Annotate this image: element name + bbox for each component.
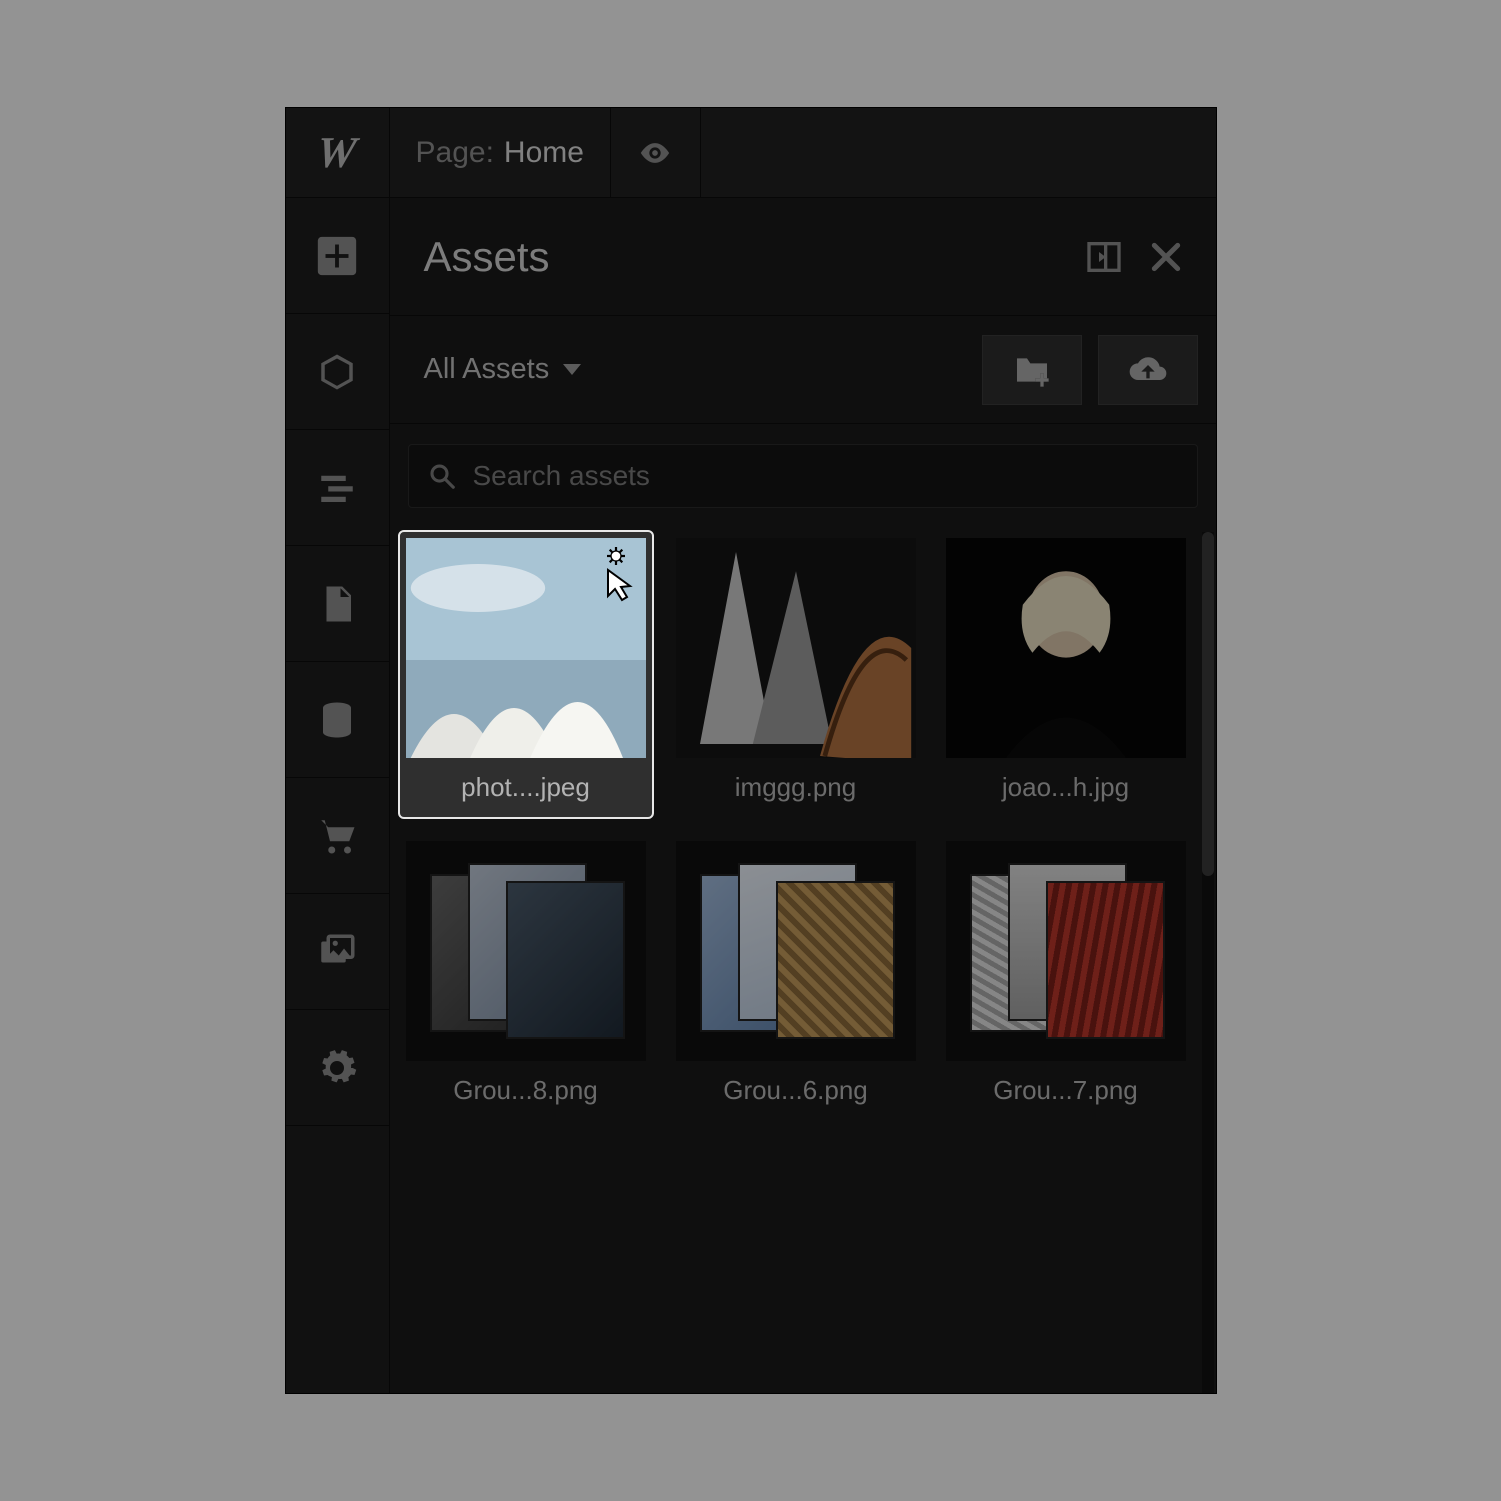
navigator-icon xyxy=(316,467,358,509)
new-folder-button[interactable] xyxy=(982,335,1082,405)
plus-box-icon xyxy=(314,233,360,279)
asset-thumbnail xyxy=(406,538,646,758)
asset-item[interactable]: imggg.png xyxy=(670,532,922,817)
asset-thumbnail xyxy=(946,538,1186,758)
assets-filter-label: All Assets xyxy=(424,353,550,386)
page-icon xyxy=(316,583,358,625)
scrollbar-thumb[interactable] xyxy=(1202,532,1214,876)
left-rail xyxy=(286,198,390,1393)
asset-thumbnail xyxy=(676,538,916,758)
scrollbar[interactable] xyxy=(1202,532,1214,1393)
upload-button[interactable] xyxy=(1098,335,1198,405)
asset-item[interactable]: joao...h.jpg xyxy=(940,532,1192,817)
eye-icon xyxy=(638,136,672,170)
panel-header: Assets xyxy=(390,198,1216,316)
rail-add-elements[interactable] xyxy=(286,198,389,314)
rail-ecommerce[interactable] xyxy=(286,778,389,894)
asset-thumbnail xyxy=(406,841,646,1061)
search-input[interactable] xyxy=(473,460,1179,492)
asset-thumbnail xyxy=(946,841,1186,1061)
cube-icon xyxy=(316,351,358,393)
search-row xyxy=(390,424,1216,508)
asset-item[interactable]: Grou...6.png xyxy=(670,835,922,1120)
cart-icon xyxy=(316,815,358,857)
pin-panel-icon[interactable] xyxy=(1084,237,1124,277)
database-icon xyxy=(316,699,358,741)
page-name: Home xyxy=(504,136,584,170)
page-label: Page: xyxy=(416,136,494,170)
search-icon xyxy=(427,461,457,491)
assets-grid: phot....jpeg imggg.png xyxy=(400,532,1192,1120)
assets-panel: Assets All Assets xyxy=(390,198,1216,1393)
designer-window: W Page: Home xyxy=(286,108,1216,1393)
app-body: Assets All Assets xyxy=(286,198,1216,1393)
asset-item[interactable]: Grou...7.png xyxy=(940,835,1192,1120)
close-icon[interactable] xyxy=(1146,237,1186,277)
rail-settings[interactable] xyxy=(286,1010,389,1126)
asset-item[interactable]: Grou...8.png xyxy=(400,835,652,1120)
cloud-upload-icon xyxy=(1128,350,1168,390)
top-bar: W Page: Home xyxy=(286,108,1216,198)
page-selector[interactable]: Page: Home xyxy=(390,108,611,197)
preview-button[interactable] xyxy=(611,108,701,197)
images-icon xyxy=(316,931,358,973)
logo-cell[interactable]: W xyxy=(286,108,390,197)
asset-thumbnail xyxy=(676,841,916,1061)
panel-title: Assets xyxy=(424,233,1062,281)
panel-toolbar: All Assets xyxy=(390,316,1216,424)
asset-item[interactable]: phot....jpeg xyxy=(400,532,652,817)
rail-symbols[interactable] xyxy=(286,314,389,430)
asset-name: joao...h.jpg xyxy=(946,758,1186,811)
rail-navigator[interactable] xyxy=(286,430,389,546)
asset-name: Grou...6.png xyxy=(676,1061,916,1114)
folder-plus-icon xyxy=(1012,350,1052,390)
asset-name: Grou...8.png xyxy=(406,1061,646,1114)
asset-name: imggg.png xyxy=(676,758,916,811)
rail-cms[interactable] xyxy=(286,662,389,778)
rail-pages[interactable] xyxy=(286,546,389,662)
webflow-logo-icon: W xyxy=(315,127,359,178)
gear-icon xyxy=(316,1047,358,1089)
assets-filter-dropdown[interactable]: All Assets xyxy=(424,353,966,386)
chevron-down-icon xyxy=(563,364,581,375)
search-box[interactable] xyxy=(408,444,1198,508)
asset-name: Grou...7.png xyxy=(946,1061,1186,1114)
asset-name: phot....jpeg xyxy=(406,758,646,811)
assets-grid-wrap: phot....jpeg imggg.png xyxy=(390,508,1216,1393)
rail-assets[interactable] xyxy=(286,894,389,1010)
